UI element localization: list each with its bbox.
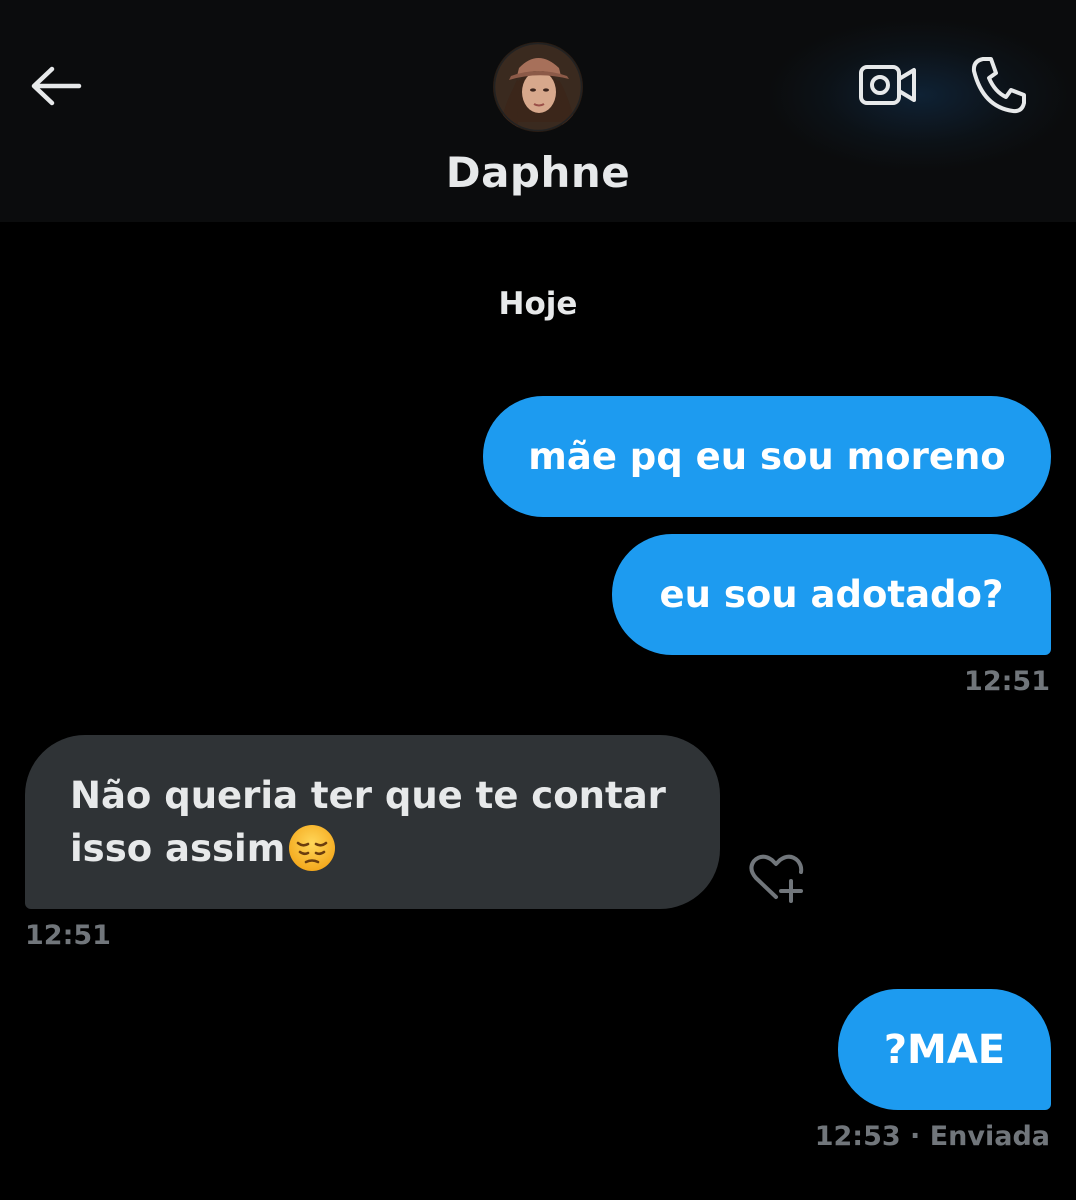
avatar-image (493, 42, 583, 132)
message-timestamp: 12:51 (25, 920, 111, 951)
sent-message-bubble[interactable]: ?MAE (838, 989, 1051, 1110)
message-status: 12:53 · Enviada (814, 1121, 1050, 1152)
contact-name[interactable]: Daphne (0, 148, 1076, 197)
back-button[interactable] (22, 56, 90, 116)
message-text: Não queria ter que te contar isso assim (70, 774, 666, 870)
message-text: ?MAE (883, 1026, 1006, 1073)
message-text: mãe pq eu sou moreno (528, 435, 1006, 478)
arrow-left-icon (31, 66, 82, 106)
message-timestamp: 12:51 (964, 666, 1050, 697)
message-text: eu sou adotado? (659, 573, 1004, 616)
voice-call-button[interactable] (962, 52, 1034, 118)
received-message-content: Não queria ter que te contar isso assim (70, 769, 680, 875)
pensive-face-icon (289, 824, 336, 871)
sent-message-bubble[interactable]: eu sou adotado? (612, 534, 1051, 655)
add-reaction-button[interactable] (745, 850, 807, 906)
video-camera-icon (859, 65, 916, 105)
received-message-bubble[interactable]: Não queria ter que te contar isso assim (25, 735, 720, 909)
contact-avatar[interactable] (493, 42, 583, 132)
conversation-header: Daphne (0, 0, 1076, 222)
video-call-button[interactable] (852, 54, 924, 116)
heart-plus-icon (749, 854, 804, 903)
day-separator: Hoje (498, 286, 578, 322)
sent-message-bubble[interactable]: mãe pq eu sou moreno (483, 396, 1051, 517)
phone-icon (971, 57, 1026, 114)
